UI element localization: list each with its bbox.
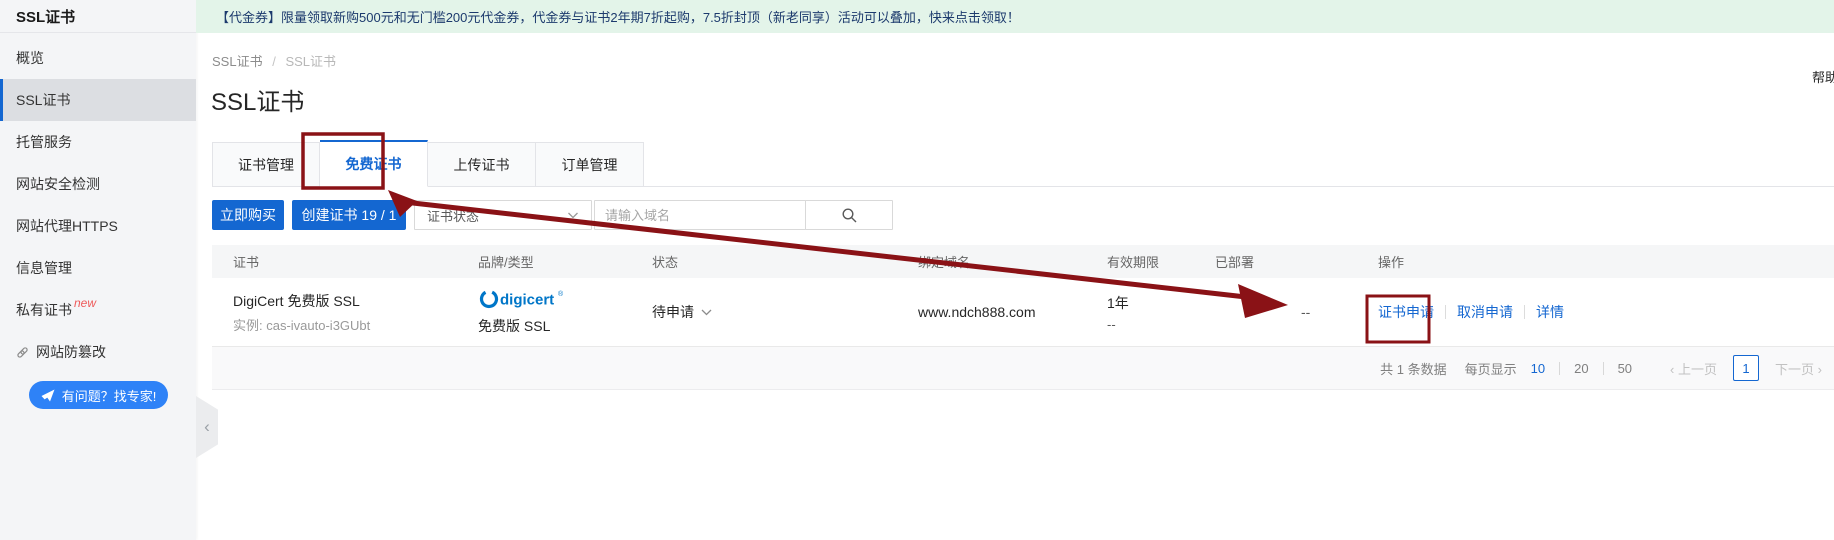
breadcrumb-root[interactable]: SSL证书	[212, 54, 263, 69]
actions-cell: 证书申请 取消申请 详情	[1370, 302, 1834, 322]
ask-expert-button[interactable]: 有问题？找专家!	[29, 381, 168, 409]
validity-cell: 1年 --	[1107, 293, 1215, 332]
chevron-left-icon: ‹	[204, 417, 210, 437]
deployed-cell: --	[1215, 304, 1370, 320]
sidebar-item-site-proxy-https[interactable]: 网站代理HTTPS	[0, 205, 196, 247]
cancel-apply-link[interactable]: 取消申请	[1457, 302, 1513, 322]
validity-value: 1年	[1107, 293, 1215, 313]
sidebar: SSL证书 概览 SSL证书 托管服务 网站安全检测 网站代理HTTPS 信息管…	[0, 0, 196, 540]
chevron-left-icon: ‹	[1670, 362, 1674, 377]
sidebar-item-label: 托管服务	[16, 132, 72, 152]
tab-upload-cert[interactable]: 上传证书	[428, 142, 536, 187]
pagination-bar: 共 1 条数据 每页显示 10 20 50 ‹ 上一页 1 下一页 ›	[212, 347, 1834, 390]
col-header-validity: 有效期限	[1107, 252, 1215, 271]
sidebar-item-label: 网站防篡改	[36, 342, 106, 362]
status-cell: 待申请	[652, 302, 918, 322]
promo-banner[interactable]: 【代金券】限量领取新购500元和无门槛200元代金券，代金券与证书2年期7折起购…	[196, 0, 1834, 33]
page-size-20[interactable]: 20	[1574, 361, 1588, 376]
promo-banner-text: 【代金券】限量领取新购500元和无门槛200元代金券，代金券与证书2年期7折起购…	[216, 7, 1020, 26]
page-size-separator	[1603, 362, 1604, 375]
current-page-button[interactable]: 1	[1733, 355, 1759, 381]
next-page-button[interactable]: 下一页 ›	[1775, 359, 1822, 378]
sidebar-collapse-handle[interactable]: ‹	[196, 396, 218, 458]
tab-bar: 证书管理 免费证书 上传证书 订单管理	[212, 141, 1834, 187]
sidebar-item-overview[interactable]: 概览	[0, 37, 196, 79]
paper-plane-icon	[41, 389, 55, 402]
sidebar-item-hosting-service[interactable]: 托管服务	[0, 121, 196, 163]
help-link[interactable]: 帮助	[1812, 67, 1834, 86]
svg-text:®: ®	[558, 290, 564, 298]
chevron-right-icon: ›	[1818, 362, 1822, 377]
sidebar-item-private-cert[interactable]: 私有证书 new	[0, 289, 196, 331]
next-page-label: 下一页	[1775, 362, 1814, 377]
action-separator	[1445, 305, 1446, 319]
sidebar-item-anti-tamper[interactable]: 网站防篡改	[0, 331, 196, 373]
apply-cert-link[interactable]: 证书申请	[1378, 302, 1434, 322]
search-button[interactable]	[805, 200, 893, 230]
brand-cell: digicert ® 免费版 SSL	[478, 288, 652, 336]
sidebar-item-info-management[interactable]: 信息管理	[0, 247, 196, 289]
domain-search-input[interactable]	[594, 200, 806, 230]
chevron-down-icon	[567, 212, 579, 219]
svg-text:digicert: digicert	[500, 292, 554, 309]
col-header-status: 状态	[652, 252, 918, 271]
search-icon	[841, 207, 858, 224]
create-cert-button[interactable]: 创建证书 19 / 1	[292, 200, 406, 230]
details-link[interactable]: 详情	[1536, 302, 1564, 322]
cert-cell: DigiCert 免费版 SSL 实例: cas-ivauto-i3GUbt	[212, 291, 478, 334]
col-header-actions: 操作	[1370, 252, 1834, 271]
col-header-deployed: 已部署	[1215, 252, 1370, 271]
deployed-value: --	[1215, 304, 1370, 320]
col-header-cert: 证书	[212, 252, 478, 271]
sidebar-item-site-security-check[interactable]: 网站安全检测	[0, 163, 196, 205]
validity-sub: --	[1107, 317, 1215, 332]
sidebar-item-label: SSL证书	[16, 90, 70, 110]
table-header-row: 证书 品牌/类型 状态 绑定域名 有效期限 已部署 操作	[212, 245, 1834, 278]
page-size-50[interactable]: 50	[1618, 361, 1632, 376]
tab-free-cert[interactable]: 免费证书	[320, 140, 428, 187]
sidebar-title: SSL证书	[0, 0, 196, 33]
table-row: DigiCert 免费版 SSL 实例: cas-ivauto-i3GUbt d…	[212, 278, 1834, 347]
brand-type: 免费版 SSL	[478, 316, 652, 336]
page-size-10[interactable]: 10	[1531, 361, 1545, 376]
action-separator	[1524, 305, 1525, 319]
col-header-brand: 品牌/类型	[478, 252, 652, 271]
sidebar-item-label: 网站代理HTTPS	[16, 216, 118, 236]
toolbar: 立即购买 创建证书 19 / 1 证书状态	[212, 200, 893, 230]
page-size-separator	[1559, 362, 1560, 375]
chevron-down-icon	[701, 309, 712, 316]
sidebar-nav: 概览 SSL证书 托管服务 网站安全检测 网站代理HTTPS 信息管理 私有证书…	[0, 33, 196, 373]
domain-cell: www.ndch888.com	[918, 304, 1107, 320]
ssl-console-page: SSL证书 概览 SSL证书 托管服务 网站安全检测 网站代理HTTPS 信息管…	[0, 0, 1834, 540]
prev-page-button[interactable]: ‹ 上一页	[1670, 359, 1717, 378]
sidebar-item-label: 信息管理	[16, 258, 72, 278]
breadcrumb-current: SSL证书	[285, 54, 336, 69]
per-page-label: 每页显示	[1465, 359, 1517, 378]
tab-cert-management[interactable]: 证书管理	[212, 142, 320, 187]
col-header-domain: 绑定域名	[918, 252, 1107, 271]
cert-status-select-value: 证书状态	[427, 206, 479, 225]
sidebar-item-label: 概览	[16, 48, 44, 68]
sidebar-item-ssl-cert[interactable]: SSL证书	[0, 79, 196, 121]
sidebar-item-label: 私有证书	[16, 300, 72, 320]
tab-order-management[interactable]: 订单管理	[536, 142, 644, 187]
ask-expert-label: 有问题？找专家!	[62, 386, 157, 405]
total-count: 共 1 条数据	[1380, 359, 1446, 378]
status-dropdown[interactable]: 待申请	[652, 302, 712, 322]
cert-name: DigiCert 免费版 SSL	[233, 291, 478, 311]
sidebar-item-label: 网站安全检测	[16, 174, 100, 194]
buy-now-button[interactable]: 立即购买	[212, 200, 284, 230]
digicert-logo: digicert ®	[478, 288, 574, 310]
breadcrumb-separator: /	[272, 54, 276, 69]
cert-instance-id: 实例: cas-ivauto-i3GUbt	[233, 315, 478, 334]
link-icon	[16, 346, 29, 359]
breadcrumb: SSL证书 / SSL证书	[212, 51, 336, 70]
prev-page-label: 上一页	[1678, 362, 1717, 377]
cert-status-select[interactable]: 证书状态	[414, 200, 592, 230]
cert-table: 证书 品牌/类型 状态 绑定域名 有效期限 已部署 操作 DigiCert 免费…	[212, 245, 1834, 347]
status-value: 待申请	[652, 302, 694, 322]
new-badge: new	[74, 296, 96, 310]
page-title: SSL证书	[211, 82, 304, 117]
